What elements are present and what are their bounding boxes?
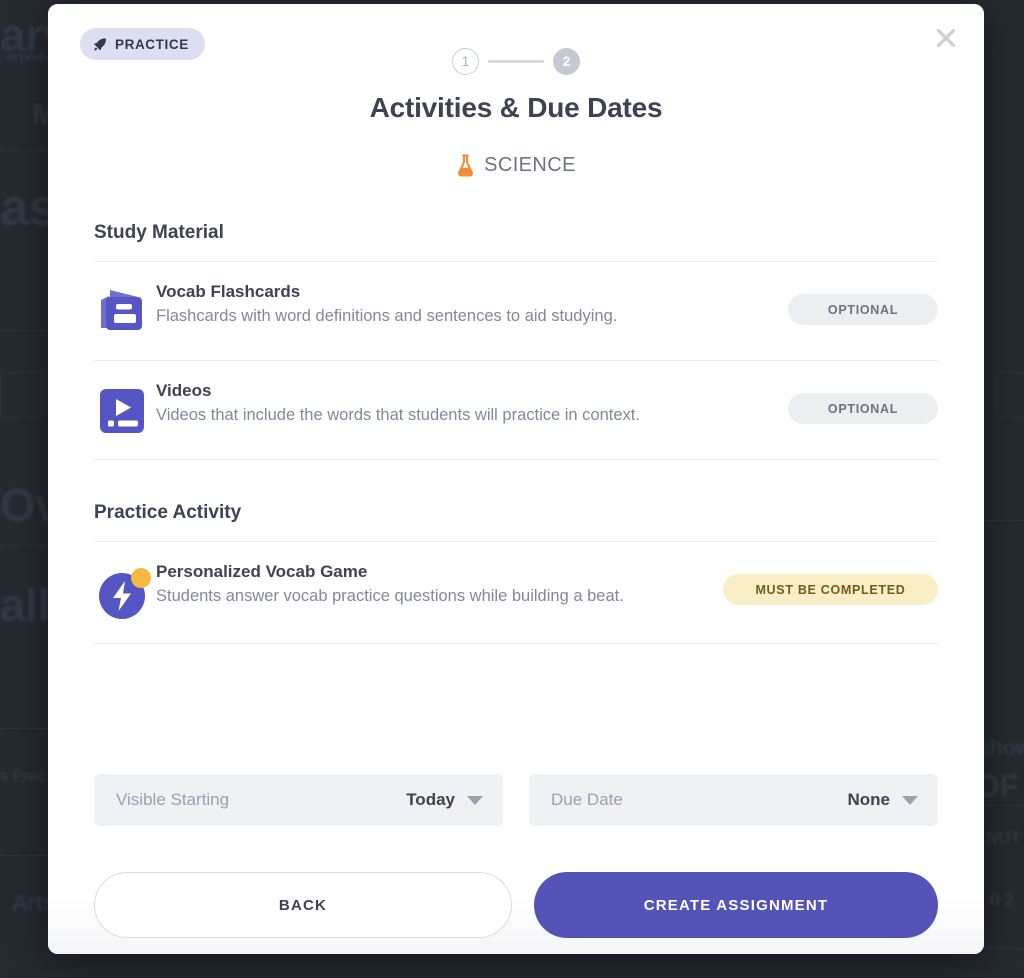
activity-text: Vocab Flashcards Flashcards with word de… bbox=[156, 281, 788, 329]
backdrop-text-fragment: NOT bbox=[986, 828, 1021, 847]
step-connector bbox=[488, 60, 544, 63]
due-date-field[interactable]: Due Date None bbox=[529, 774, 938, 826]
activity-title: Videos bbox=[156, 381, 212, 400]
backdrop-text-fragment: all bbox=[0, 579, 50, 631]
due-date-label: Due Date bbox=[551, 790, 623, 809]
chevron-down-icon bbox=[902, 795, 918, 805]
status-badge: MUST BE COMPLETED bbox=[723, 574, 938, 605]
video-icon-glyph bbox=[100, 389, 144, 433]
activity-title: Vocab Flashcards bbox=[156, 282, 301, 301]
visible-starting-label: Visible Starting bbox=[116, 790, 230, 809]
section-header-practice-activity: Practice Activity bbox=[94, 502, 938, 542]
backdrop-text-fragment: orpod bbox=[6, 48, 44, 64]
flashcards-icon-glyph bbox=[101, 290, 142, 330]
back-button[interactable]: BACK bbox=[94, 872, 512, 938]
step-indicator: 1 2 bbox=[48, 48, 984, 75]
backdrop-text-fragment: 0 2 bbox=[990, 890, 1014, 910]
step-1[interactable]: 1 bbox=[452, 48, 479, 75]
visible-starting-value: Today bbox=[406, 790, 455, 809]
badge-cell: MUST BE COMPLETED bbox=[723, 561, 938, 605]
activity-row-vocab-flashcards[interactable]: Vocab Flashcards Flashcards with word de… bbox=[94, 262, 938, 361]
activity-description: Students answer vocab practice questions… bbox=[156, 587, 624, 605]
page-title: Activities & Due Dates bbox=[369, 92, 663, 123]
create-assignment-button[interactable]: CREATE ASSIGNMENT bbox=[534, 872, 938, 938]
activity-description: Flashcards with word definitions and sen… bbox=[156, 307, 618, 325]
lightning-game-icon bbox=[94, 561, 156, 624]
chevron-down-icon bbox=[467, 795, 483, 805]
status-badge: OPTIONAL bbox=[788, 393, 938, 424]
due-date-value: None bbox=[847, 790, 891, 809]
video-icon bbox=[94, 380, 156, 440]
section-header-study-material: Study Material bbox=[94, 222, 938, 262]
activity-title: Personalized Vocab Game bbox=[156, 562, 368, 581]
date-selectors: Visible Starting Today Due Date None bbox=[94, 774, 938, 826]
modal-footer: BACK CREATE ASSIGNMENT bbox=[94, 872, 938, 938]
subject-row: SCIENCE bbox=[48, 154, 984, 177]
subject-label: SCIENCE bbox=[484, 154, 576, 176]
activities-list: Study Material Vocab Flashcards Flashcar… bbox=[94, 222, 938, 644]
activity-row-personalized-vocab-game[interactable]: Personalized Vocab Game Students answer … bbox=[94, 542, 938, 644]
backdrop-box bbox=[0, 372, 42, 418]
activity-row-videos[interactable]: Videos Videos that include the words tha… bbox=[94, 361, 938, 460]
visible-starting-field[interactable]: Visible Starting Today bbox=[94, 774, 503, 826]
activity-text: Videos Videos that include the words tha… bbox=[156, 380, 788, 428]
backdrop-box bbox=[996, 372, 1024, 418]
backdrop-text-fragment: s Prac bbox=[0, 768, 46, 785]
backdrop-text-fragment: show bbox=[978, 735, 1024, 760]
activity-description: Videos that include the words that stude… bbox=[156, 406, 640, 424]
assignment-modal: PRACTICE 1 2 Activities & Due Dates SCIE… bbox=[48, 4, 984, 954]
badge-cell: OPTIONAL bbox=[788, 380, 938, 424]
flashcards-icon bbox=[94, 281, 156, 341]
activity-text: Personalized Vocab Game Students answer … bbox=[156, 561, 723, 609]
flask-icon bbox=[458, 154, 474, 177]
badge-cell: OPTIONAL bbox=[788, 281, 938, 325]
lightning-game-icon-glyph bbox=[99, 568, 151, 619]
step-2[interactable]: 2 bbox=[553, 48, 580, 75]
status-badge: OPTIONAL bbox=[788, 294, 938, 325]
